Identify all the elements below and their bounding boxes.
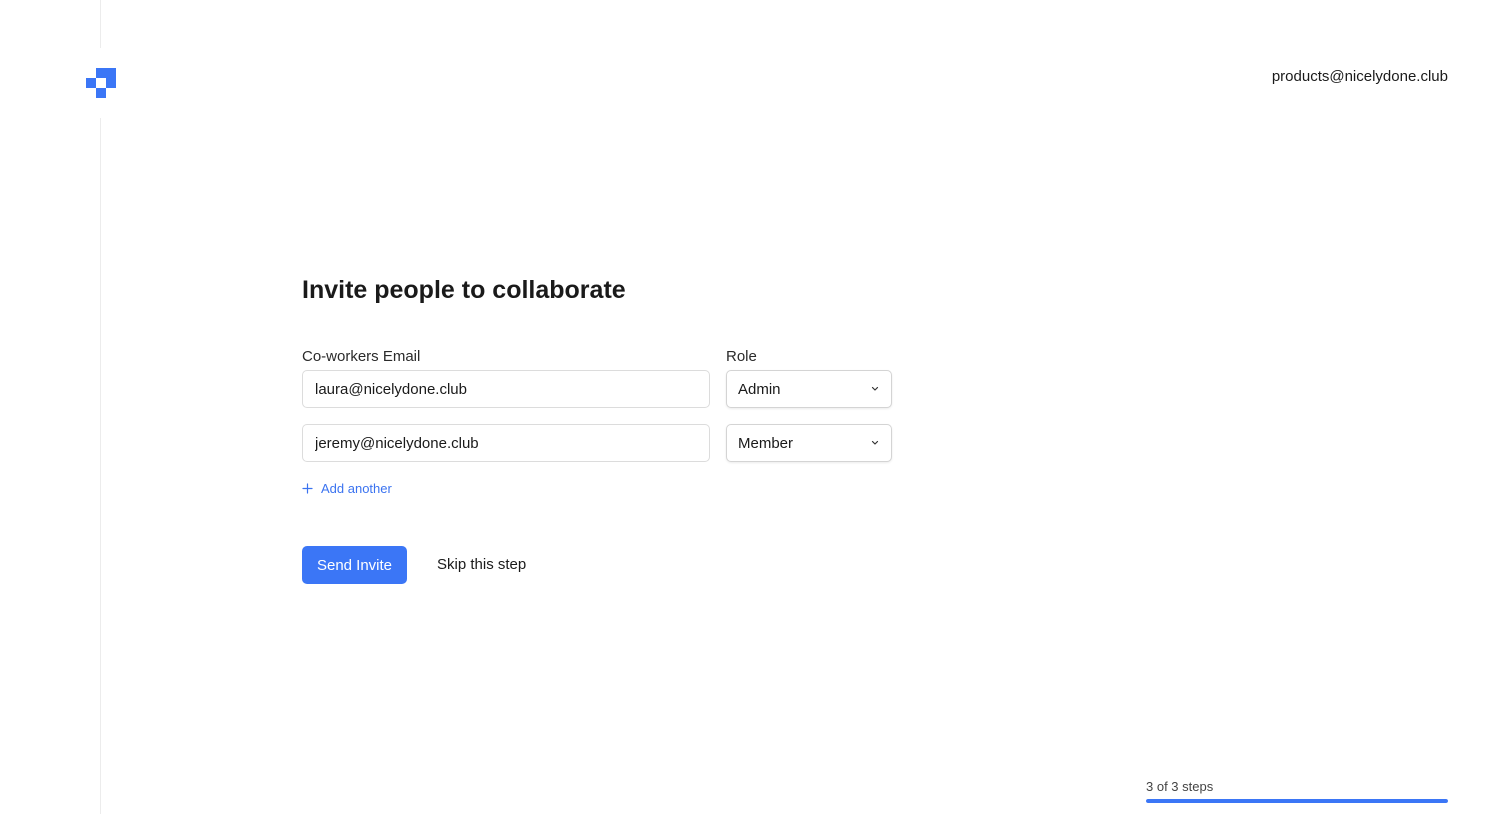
- plus-icon: [302, 483, 313, 494]
- invite-row: Admin: [302, 370, 902, 408]
- page-title: Invite people to collaborate: [302, 276, 626, 304]
- chevron-down-icon: [871, 386, 879, 391]
- add-another-button[interactable]: Add another: [302, 481, 392, 496]
- account-email: products@nicelydone.club: [1271, 68, 1448, 85]
- progress-text: 3 of 3 steps: [1146, 779, 1214, 794]
- progress-track: [1146, 799, 1448, 803]
- role-value: Member: [738, 435, 794, 452]
- skip-step-link[interactable]: Skip this step: [437, 556, 526, 573]
- invite-form: Invite people to collaborate Co-workers …: [302, 274, 902, 584]
- left-divider-bottom: [100, 118, 101, 814]
- left-divider-top: [100, 0, 101, 48]
- email-label: Co-workers Email: [302, 348, 421, 365]
- invite-row: Member: [302, 424, 902, 462]
- role-dropdown[interactable]: Admin: [726, 370, 892, 408]
- pixel-blocks-logo-icon: [86, 68, 116, 98]
- form-actions: Send Invite Skip this step: [302, 546, 702, 584]
- role-dropdown[interactable]: Member: [726, 424, 892, 462]
- chevron-down-icon: [871, 440, 879, 445]
- step-progress: 3 of 3 steps: [1146, 779, 1448, 803]
- progress-fill: [1146, 799, 1448, 803]
- field-labels: Co-workers Email Role: [302, 348, 902, 368]
- email-field[interactable]: [302, 424, 710, 462]
- onboarding-invite-page: products@nicelydone.club Invite people t…: [0, 0, 1512, 814]
- role-value: Admin: [738, 381, 781, 398]
- email-field[interactable]: [302, 370, 710, 408]
- role-label: Role: [726, 348, 757, 365]
- send-invite-button[interactable]: Send Invite: [302, 546, 407, 584]
- add-another-label: Add another: [321, 481, 392, 496]
